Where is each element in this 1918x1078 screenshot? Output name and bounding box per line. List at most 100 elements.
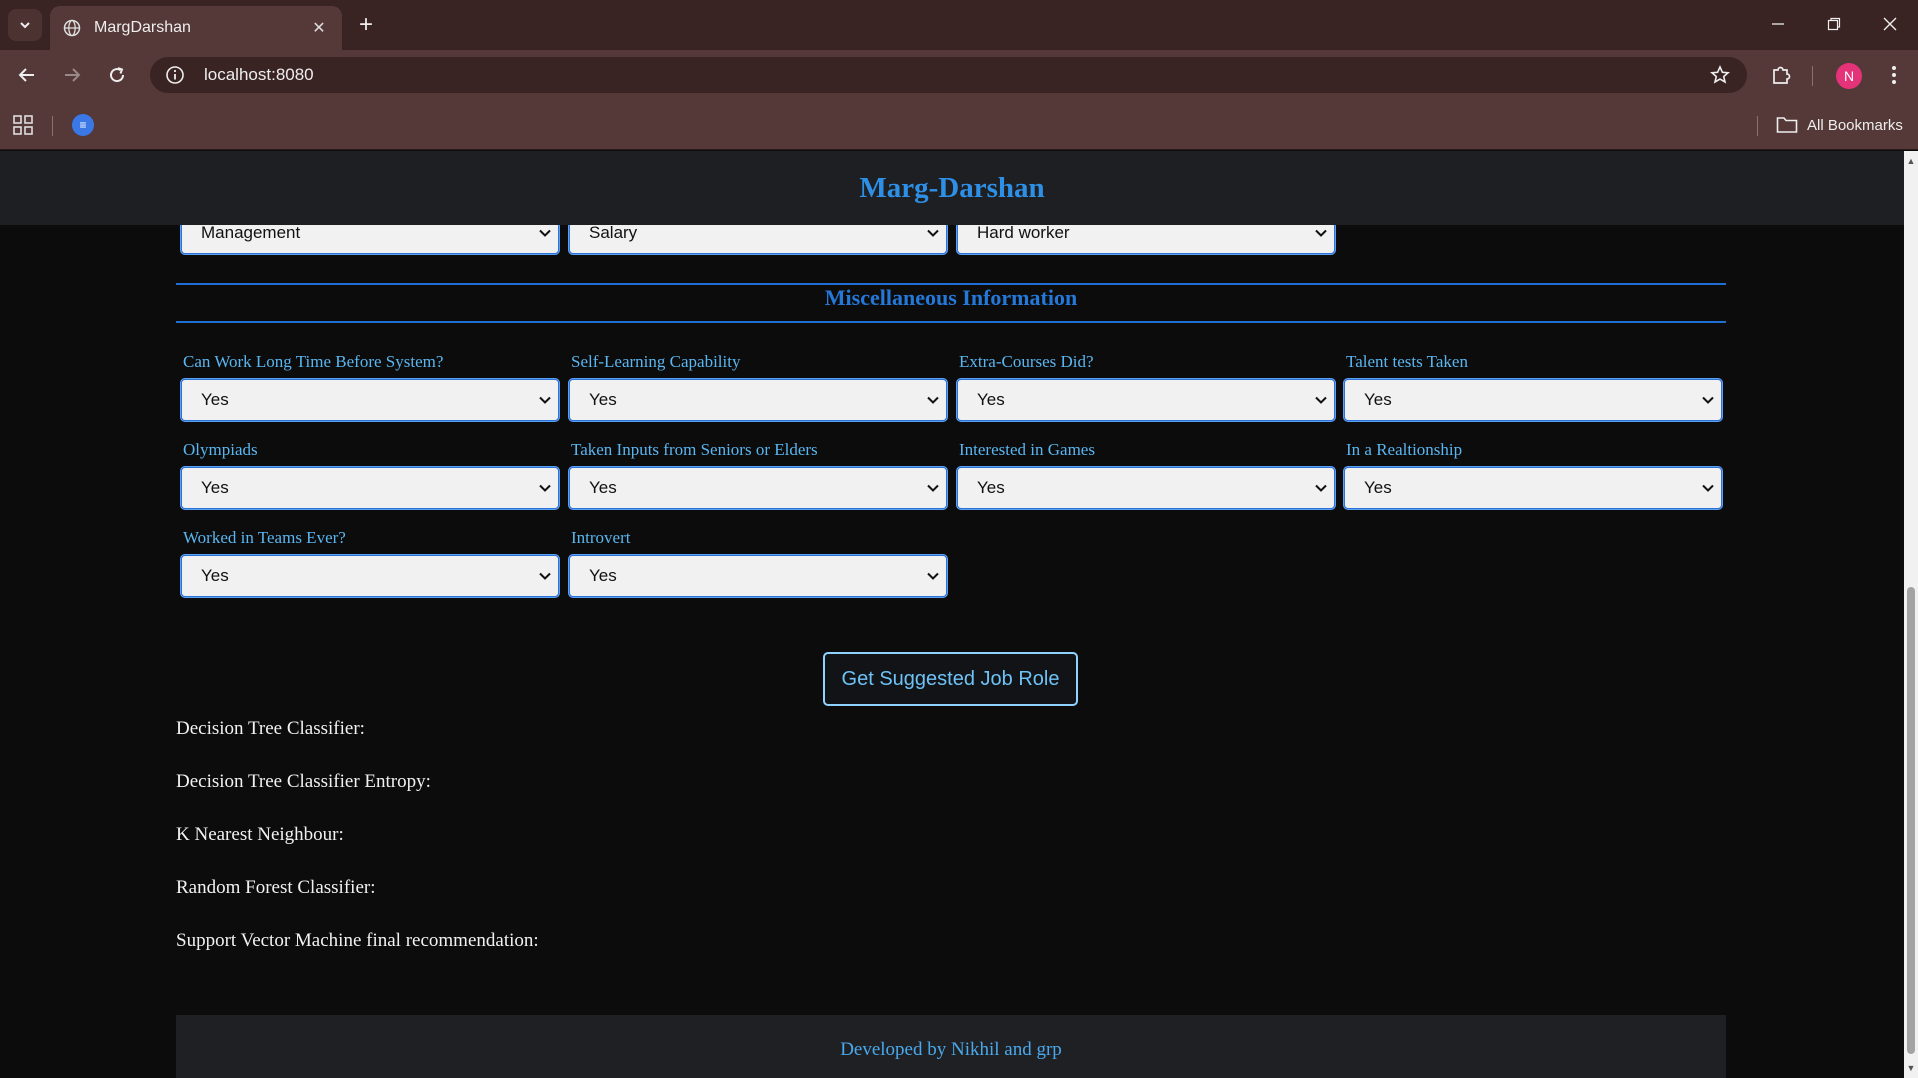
select-worked-in-teams[interactable]: Yes [181, 555, 559, 597]
minimize-button[interactable] [1756, 8, 1800, 40]
select-long-time-before-system[interactable]: Yes [181, 379, 559, 421]
footer-text: Developed by Nikhil and grp [840, 1039, 1062, 1060]
puzzle-icon [1773, 66, 1791, 84]
close-icon [1883, 17, 1897, 31]
tab-strip: MargDarshan ✕ + [0, 0, 1918, 50]
select-value: Yes [1364, 390, 1392, 409]
chevron-down-icon [927, 229, 939, 237]
field-label: In a Realtionship [1346, 440, 1463, 459]
all-bookmarks-label: All Bookmarks [1807, 116, 1903, 134]
select-value: Yes [977, 390, 1005, 409]
select-inputs-from-seniors[interactable]: Yes [569, 467, 947, 509]
chevron-down-icon [20, 22, 30, 29]
field-label: Introvert [571, 528, 631, 547]
result-svm: Support Vector Machine final recommendat… [176, 930, 539, 951]
field-label: Taken Inputs from Seniors or Elders [571, 440, 818, 459]
all-bookmarks-button[interactable]: All Bookmarks [1776, 113, 1903, 137]
field-label: Olympiads [183, 440, 258, 459]
profile-avatar[interactable]: N [1836, 63, 1862, 89]
restore-icon [1827, 17, 1841, 31]
minimize-icon [1772, 23, 1784, 25]
chevron-down-icon [1702, 396, 1714, 404]
globe-icon [62, 18, 82, 38]
field-label: Worked in Teams Ever? [183, 528, 346, 547]
select-value: Yes [201, 566, 229, 585]
tab-search-button[interactable] [8, 9, 42, 41]
scroll-down-arrow-icon[interactable]: ▼ [1906, 1063, 1916, 1073]
select-value: Yes [589, 478, 617, 497]
kebab-menu-icon [1892, 66, 1896, 84]
chevron-down-icon [539, 484, 551, 492]
chevron-down-icon [1702, 484, 1714, 492]
field-label: Extra-Courses Did? [959, 352, 1094, 371]
site-header: Marg-Darshan [0, 151, 1904, 225]
chevron-down-icon [539, 396, 551, 404]
apps-grid-icon[interactable] [12, 114, 36, 138]
bookmark-favicon-icon[interactable]: ≡ [72, 114, 94, 136]
url-text: localhost:8080 [204, 65, 314, 84]
result-knn: K Nearest Neighbour: [176, 824, 344, 845]
bookmarks-bar [0, 100, 1918, 150]
active-tab[interactable]: MargDarshan ✕ [50, 6, 342, 50]
select-value: Yes [977, 478, 1005, 497]
field-label: Interested in Games [959, 440, 1095, 459]
chevron-down-icon [927, 484, 939, 492]
chevron-down-icon [1315, 396, 1327, 404]
scrollbar-thumb[interactable] [1907, 587, 1915, 1054]
close-window-button[interactable] [1868, 8, 1912, 40]
forward-button[interactable] [56, 59, 88, 91]
select-value: Salary [589, 223, 638, 242]
back-button[interactable] [11, 59, 43, 91]
select-self-learning[interactable]: Yes [569, 379, 947, 421]
select-extra-courses[interactable]: Yes [957, 379, 1335, 421]
section-title: Miscellaneous Information [824, 285, 1078, 310]
address-bar[interactable]: localhost:8080 [150, 57, 1747, 93]
field-label: Can Work Long Time Before System? [183, 352, 444, 371]
select-value: Yes [201, 390, 229, 409]
bookmarks-separator-right [1757, 116, 1758, 136]
tab-close-icon[interactable]: ✕ [308, 17, 330, 39]
select-value: Yes [1364, 478, 1392, 497]
chevron-down-icon [539, 229, 551, 237]
select-interested-in-games[interactable]: Yes [957, 467, 1335, 509]
menu-button[interactable] [1880, 61, 1908, 89]
chevron-down-icon [927, 396, 939, 404]
section-divider-bottom [176, 321, 1726, 323]
select-value: Yes [201, 478, 229, 497]
result-decision-tree: Decision Tree Classifier: [176, 718, 365, 739]
select-introvert[interactable]: Yes [569, 555, 947, 597]
reload-button[interactable] [101, 59, 133, 91]
arrow-left-icon [18, 68, 34, 82]
select-value: Yes [589, 390, 617, 409]
field-label: Self-Learning Capability [571, 352, 741, 371]
toolbar-separator [1812, 66, 1813, 86]
arrow-right-icon [65, 68, 81, 82]
field-label: Talent tests Taken [1346, 352, 1468, 371]
chevron-down-icon [927, 572, 939, 580]
get-suggested-job-role-button[interactable]: Get Suggested Job Role [823, 652, 1078, 706]
folder-icon [1776, 117, 1798, 133]
result-random-forest: Random Forest Classifier: [176, 877, 376, 898]
select-value: Yes [589, 566, 617, 585]
chevron-down-icon [1315, 484, 1327, 492]
select-value: Management [201, 223, 301, 242]
site-info-icon[interactable] [164, 64, 186, 86]
new-tab-button[interactable]: + [352, 11, 380, 39]
select-talent-tests[interactable]: Yes [1344, 379, 1722, 421]
select-value: Hard worker [977, 223, 1070, 242]
select-olympiads[interactable]: Yes [181, 467, 559, 509]
chevron-down-icon [539, 572, 551, 580]
site-title: Marg-Darshan [859, 171, 1045, 204]
browser-toolbar: localhost:8080 [0, 50, 1918, 100]
chevron-down-icon [1315, 229, 1327, 237]
bookmark-star-icon[interactable] [1709, 64, 1731, 86]
tab-title: MargDarshan [94, 19, 191, 36]
result-decision-tree-entropy: Decision Tree Classifier Entropy: [176, 771, 431, 792]
page-scrollbar[interactable]: ▲ ▼ [1904, 151, 1918, 1078]
select-in-a-relationship[interactable]: Yes [1344, 467, 1722, 509]
page-viewport: Marg-Darshan Management Salary Hard work… [0, 151, 1904, 1078]
restore-button[interactable] [1812, 8, 1856, 40]
page-footer: Developed by Nikhil and grp [176, 1015, 1726, 1078]
extensions-button[interactable] [1767, 61, 1795, 89]
scroll-up-arrow-icon[interactable]: ▲ [1906, 156, 1916, 166]
